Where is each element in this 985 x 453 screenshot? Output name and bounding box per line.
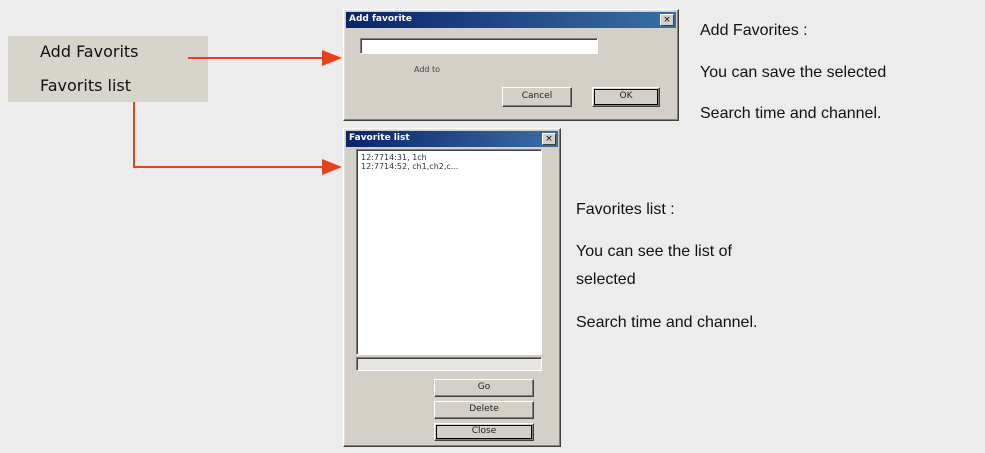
- favorite-name-input[interactable]: [360, 38, 598, 54]
- add-favorite-titlebar[interactable]: Add favorite ×: [346, 12, 676, 28]
- add-to-label: Add to: [414, 65, 441, 74]
- close-button[interactable]: Close: [434, 423, 534, 441]
- add-favorites-desc-line1: You can save the selected: [700, 64, 887, 81]
- connector-add-arrowhead: [322, 50, 342, 66]
- favorites-listbox[interactable]: 12:7714:31, 1ch 12:7714:52, ch1,ch2,c...: [356, 149, 542, 355]
- connector-list-arrowhead: [322, 159, 342, 175]
- favorites-list-heading: Favorites list :: [576, 201, 675, 218]
- ok-button[interactable]: OK: [592, 87, 660, 107]
- favorite-list-titlebar[interactable]: Favorite list ×: [346, 131, 558, 147]
- favorite-list-title: Favorite list: [349, 133, 410, 143]
- list-item[interactable]: 12:7714:52, ch1,ch2,c...: [361, 162, 537, 171]
- favorites-list-desc-line1: You can see the list of: [576, 243, 732, 260]
- add-favorite-close-button[interactable]: ×: [660, 14, 674, 26]
- list-item[interactable]: 12:7714:31, 1ch: [361, 153, 537, 162]
- connector-list-line: [133, 102, 322, 168]
- go-button[interactable]: Go: [434, 379, 534, 397]
- add-favorite-title: Add favorite: [349, 14, 412, 24]
- add-favorite-dialog: Add favorite × Add to Cancel OK: [343, 9, 679, 121]
- delete-button[interactable]: Delete: [434, 401, 534, 419]
- favorites-list-desc-line3: Search time and channel.: [576, 314, 758, 331]
- favorite-list-dialog: Favorite list × 12:7714:31, 1ch 12:7714:…: [343, 128, 561, 447]
- add-favorites-heading: Add Favorites :: [700, 22, 808, 39]
- favorites-list-desc-line2: selected: [576, 271, 636, 288]
- favorite-detail-field: [356, 357, 542, 371]
- favorite-list-close-icon[interactable]: ×: [542, 133, 556, 145]
- add-favorites-desc-line2: Search time and channel.: [700, 105, 882, 122]
- cancel-button[interactable]: Cancel: [502, 87, 572, 107]
